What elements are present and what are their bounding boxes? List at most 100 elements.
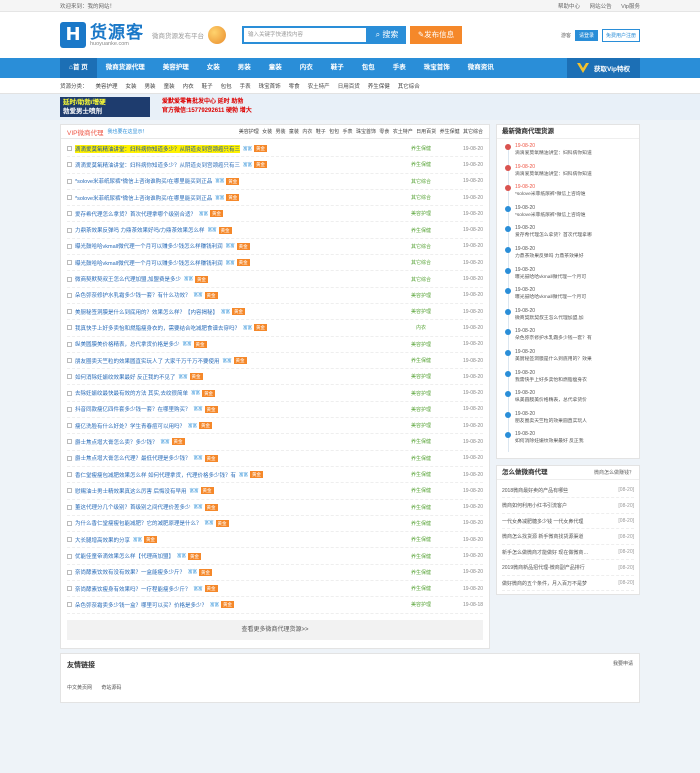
item-category[interactable]: 养生保健 [391, 161, 451, 168]
nav-watches[interactable]: 手表 [384, 58, 415, 78]
friend-link-2[interactable]: 奇站源码 [101, 685, 121, 691]
tab-item[interactable]: 美容护理 [239, 128, 259, 135]
login-button[interactable]: 请登录 [574, 29, 598, 41]
timeline-item[interactable]: 19-08-20 朵色弥奈修护水乳霜多少钱一套？有 [505, 328, 633, 349]
article-title[interactable]: 微商如何利用小红书引流客户 [502, 502, 567, 509]
category-item[interactable]: 珠宝首饰 [259, 82, 281, 90]
item-category[interactable]: 养生保健 [391, 553, 451, 560]
timeline-item[interactable]: 19-08-20 力鼎茶效果反弹吗 力鼎茶效果好 [505, 246, 633, 267]
checkbox[interactable] [67, 341, 72, 347]
item-category[interactable]: 养生保健 [391, 471, 451, 478]
timeline-title[interactable]: *solove米菲纸尿裤*微信上咨询谁 [515, 190, 633, 197]
checkbox[interactable] [67, 569, 72, 575]
item-title-link[interactable]: 为什么香仁堂瘦瘦包能减肥？它的减肥原理是什么？ [75, 519, 202, 527]
item-category[interactable]: 养生保健 [391, 438, 451, 445]
tab-item[interactable]: 珠宝首饰 [356, 128, 376, 135]
item-category[interactable]: 养生保健 [391, 585, 451, 592]
checkbox[interactable] [67, 586, 72, 592]
tab-item[interactable]: 内衣 [302, 128, 312, 135]
tab-item[interactable]: 其它综合 [463, 128, 483, 135]
tab-item[interactable]: 手表 [343, 128, 353, 135]
tab-item[interactable]: 养生保健 [440, 128, 460, 135]
checkbox[interactable] [67, 390, 72, 396]
notice-link[interactable]: 网站公告 [590, 4, 612, 10]
item-title-link[interactable]: 爱存希代理怎么拿货？首次代理拿哪个级别合适？ [75, 210, 196, 218]
tab-item[interactable]: 日用百货 [416, 128, 436, 135]
nav-home[interactable]: ⌂首 页 [60, 58, 97, 78]
timeline-item[interactable]: 19-08-20 *solove米菲纸尿裤*微信上咨询谁 [505, 184, 633, 205]
checkbox[interactable] [67, 455, 72, 461]
item-category[interactable]: 美容护理 [391, 341, 451, 348]
item-category[interactable]: 养生保健 [391, 504, 451, 511]
item-title-link[interactable]: 力鼎茶效果反弹吗 力鼎茶效果好吗/力鼎茶效果怎么样 [75, 226, 205, 234]
timeline-item[interactable]: 19-08-20 我需快手上好多卖怡和燃脂瘦身衣 [505, 370, 633, 391]
checkbox[interactable] [67, 520, 72, 526]
item-category[interactable]: 美容护理 [391, 210, 451, 217]
article-title[interactable]: 新手怎么做微商才能做好 现在做微商… [502, 549, 588, 556]
category-item[interactable]: 养生保健 [368, 82, 390, 90]
category-item[interactable]: 男装 [145, 82, 156, 90]
timeline-title[interactable]: 朋友圈卖天竺粒的效果圆直实玩人 [515, 417, 633, 424]
timeline-title[interactable]: 滴滴爱莫氧精油讲堂：妇科病你知道 [515, 170, 633, 177]
checkbox[interactable] [67, 260, 72, 266]
ad-box-2[interactable]: 爱默爱零售批发中心 延时 助勃 官方微信:15779292611 硬勃 增大 [162, 98, 252, 116]
checkbox[interactable] [67, 602, 72, 608]
article-row[interactable]: 2018微商最好卖的产品有哪些 [08-20] [502, 483, 634, 499]
article-title[interactable]: 做好微商的五个条件，月入百万不是梦 [502, 580, 587, 587]
category-item[interactable]: 其它综合 [398, 82, 420, 90]
article-row[interactable]: 新手怎么做微商才能做好 现在做微商… [08-20] [502, 545, 634, 561]
item-title-link[interactable]: 美厨秘签洞膜是什么到底用的？效果怎么样？【内容揭秘】 [75, 308, 218, 316]
nav-bags[interactable]: 包包 [353, 58, 384, 78]
timeline-item[interactable]: 19-08-20 纵美圆膜美价格精表，总代拿货价 [505, 390, 633, 411]
checkbox[interactable] [67, 309, 72, 315]
vip-show-link[interactable]: 我也要在这显示！ [107, 128, 147, 135]
view-more-button[interactable]: 查看更多微商代理货源>> [67, 619, 483, 640]
item-title-link[interactable]: 我真快手上好多卖怡和燃脂瘦身衣的，需要结合吃减肥食谱去穿吗？ [75, 324, 240, 332]
item-title-link[interactable]: 爵士焦点增大膏怎么代理？最低代理是多少钱？ [75, 454, 191, 462]
item-title-link[interactable]: 董这代理分几个级别？首级别之间代理价差多少 [75, 503, 191, 511]
ad-box-1[interactable]: 延时/助勃/增硬 勃爱男士喷剂 [60, 97, 150, 117]
item-title-link[interactable]: 大长腿增高效果的分享 [75, 536, 130, 544]
item-category[interactable]: 美容护理 [391, 390, 451, 397]
checkbox[interactable] [67, 195, 72, 201]
article-row[interactable]: 一代女鼻减肥糖多少钱 一代女鼻代理 [08-20] [502, 514, 634, 530]
checkbox[interactable] [67, 553, 72, 559]
timeline-item[interactable]: 19-08-20 美厨秘签洞膜是什么到底用的？效果 [505, 349, 633, 370]
register-button[interactable]: 免费用户注册 [601, 28, 640, 42]
category-item[interactable]: 女装 [126, 82, 137, 90]
item-category[interactable]: 养生保健 [391, 536, 451, 543]
apply-link[interactable]: 我要申请 [613, 660, 633, 670]
timeline-item[interactable]: 19-08-20 爱存希代理怎么拿货？首次代理拿哪 [505, 225, 633, 246]
item-category[interactable]: 养生保健 [391, 357, 451, 364]
timeline-title[interactable]: 力鼎茶效果反弹吗 力鼎茶效果好 [515, 252, 633, 259]
checkbox[interactable] [67, 178, 72, 184]
item-category[interactable]: 养生保健 [391, 569, 451, 576]
item-category[interactable]: 其它综合 [391, 259, 451, 266]
nav-shoes[interactable]: 鞋子 [322, 58, 353, 78]
timeline-title[interactable]: 微商契默契叔王怎么代理加盟,加 [515, 314, 633, 321]
site-logo[interactable]: H 货源客 huoyuanke.com [60, 22, 144, 48]
item-title-link[interactable]: 抖音同款瘦亿四件套多少钱一套？在哪里购买？ [75, 405, 191, 413]
item-category[interactable]: 美容护理 [391, 406, 451, 413]
nav-news[interactable]: 微商资讯 [459, 58, 503, 78]
checkbox[interactable] [67, 374, 72, 380]
timeline-item[interactable]: 19-08-20 *solove米菲纸尿裤*微信上咨询谁 [505, 205, 633, 226]
timeline-item[interactable]: 19-08-20 曝光鼓哈哈vkmall微代理一个月可 [505, 287, 633, 308]
checkbox[interactable] [67, 292, 72, 298]
checkbox[interactable] [67, 243, 72, 249]
timeline-title[interactable]: 美厨秘签洞膜是什么到底用的？效果 [515, 355, 633, 362]
tab-item[interactable]: 农土特产 [393, 128, 413, 135]
article-title[interactable]: 微商怎么找货源 新手微商找货源渠道 [502, 533, 583, 540]
item-title-link[interactable]: 滴滴爱莫氧精油讲堂：妇科病你知道多少？从阴道炎到宫颈癌只有三 [75, 161, 240, 169]
search-button[interactable]: ⌕ 搜索 [368, 26, 406, 44]
timeline-item[interactable]: 19-08-20 如何消除妊娠纹效果最好 反正我 [505, 431, 633, 452]
nav-jewelry[interactable]: 珠宝首饰 [415, 58, 459, 78]
timeline-item[interactable]: 19-08-20 朋友圈卖天竺粒的效果圆直实玩人 [505, 411, 633, 432]
item-category[interactable]: 其它综合 [391, 194, 451, 201]
tab-item[interactable]: 童装 [289, 128, 299, 135]
checkbox[interactable] [67, 406, 72, 412]
item-category[interactable]: 其它综合 [391, 178, 451, 185]
item-category[interactable]: 养生保健 [391, 145, 451, 152]
checkbox[interactable] [67, 146, 72, 152]
item-title-link[interactable]: 慰赐油士男士精效果真这么厉害 后悔没有早用 [75, 487, 187, 495]
